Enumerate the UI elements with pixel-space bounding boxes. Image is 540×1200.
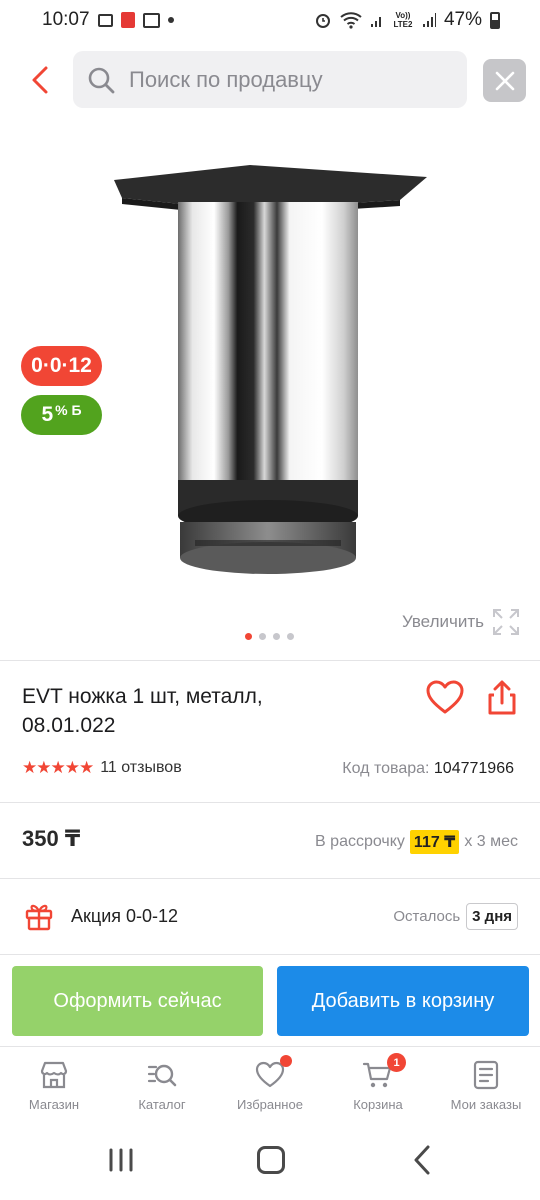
pagination-dot[interactable] [245, 633, 252, 640]
chevron-left-icon [32, 66, 48, 94]
pagination-dot[interactable] [259, 633, 266, 640]
remaining-days: 3 дня [466, 903, 518, 930]
signal-2-icon [422, 13, 436, 27]
pdf-notification-icon [120, 12, 135, 28]
price: 350 ₸ [22, 826, 81, 851]
installment-amount: 117 ₸ [409, 830, 460, 854]
recent-apps-icon[interactable] [107, 1148, 135, 1172]
favorite-button[interactable] [425, 678, 465, 718]
promo-label: Акция 0-0-12 [71, 906, 179, 926]
status-right: Vo)) LTE2 47% [314, 9, 500, 31]
add-to-cart-button[interactable]: Добавить в корзину [277, 966, 529, 1036]
installment-info[interactable]: В рассрочку 117 ₸ x 3 мес [315, 830, 518, 854]
share-button[interactable] [482, 678, 522, 718]
product-code-label: Код товара: [342, 760, 430, 777]
rating-stars: ★★★★★ [22, 758, 94, 777]
bonus-suffix: % Б [55, 402, 82, 418]
gallery-pagination [245, 633, 294, 640]
signal-icon [370, 17, 381, 27]
more-notifications-icon [167, 17, 174, 23]
alarm-icon [315, 14, 330, 28]
pagination-dot[interactable] [273, 633, 280, 640]
nav-label: Мои заказы [450, 1097, 522, 1112]
nav-item-favorites[interactable]: Избранное [216, 1047, 324, 1127]
expand-icon [493, 609, 519, 635]
heart-icon [426, 680, 464, 714]
clear-search-button[interactable] [483, 59, 526, 102]
installment-badge: 0·0·12 [21, 346, 102, 386]
status-bar: 10:07 Vo)) LTE2 47% [0, 0, 540, 40]
rating-row[interactable]: ★★★★★ 11 отзывов [22, 758, 182, 778]
product-image[interactable] [100, 150, 440, 590]
search-icon [88, 67, 115, 93]
volte-label: Vo)) LTE2 [393, 11, 413, 29]
product-info: EVT ножка 1 шт, металл, 08.01.022 ★★★★★ … [0, 660, 540, 802]
status-time: 10:07 [42, 9, 90, 30]
buy-now-button[interactable]: Оформить сейчас [12, 966, 263, 1036]
search-input[interactable] [129, 66, 429, 93]
battery-icon [490, 11, 500, 29]
status-left: 10:07 [42, 9, 174, 31]
product-code-value: 104771966 [433, 760, 514, 777]
search-header [0, 50, 540, 110]
promo-remaining: Осталось 3 дня [393, 903, 518, 930]
divider [0, 954, 540, 955]
nav-label: Каталог [138, 1097, 186, 1112]
bonus-badge: 5% Б [21, 395, 102, 435]
catalog-search-icon [147, 1064, 177, 1087]
wifi-icon [340, 12, 362, 29]
reviews-count[interactable]: 11 отзывов [100, 759, 181, 777]
product-gallery[interactable]: 0·0·12 5% Б Увеличить [0, 130, 540, 660]
product-code: Код товара: 104771966 [342, 760, 514, 778]
system-back-icon[interactable] [410, 1144, 434, 1176]
share-icon [488, 680, 516, 715]
gift-icon [25, 904, 53, 931]
promo-block[interactable]: Акция 0-0-12 Осталось 3 дня [0, 879, 540, 954]
price-block: 350 ₸ В рассрочку 117 ₸ x 3 мес [0, 803, 540, 878]
nav-label: Корзина [353, 1097, 403, 1112]
back-button[interactable] [22, 60, 58, 100]
action-buttons: Оформить сейчас Добавить в корзину [12, 966, 529, 1036]
nav-item-catalog[interactable]: Каталог [108, 1047, 216, 1127]
close-icon [495, 71, 514, 90]
remaining-label: Осталось [393, 908, 461, 925]
bonus-value: 5 [41, 403, 54, 426]
nav-item-orders[interactable]: Мои заказы [432, 1047, 540, 1127]
favorites-notification-dot [280, 1055, 292, 1067]
cart-badge: 1 [387, 1053, 406, 1072]
search-box[interactable] [73, 51, 467, 108]
product-title: EVT ножка 1 шт, металл, 08.01.022 [22, 685, 263, 737]
nav-item-cart[interactable]: 1 Корзина [324, 1047, 432, 1127]
home-button[interactable] [257, 1146, 285, 1174]
gallery-notification-icon [97, 13, 113, 27]
nav-label: Избранное [237, 1097, 303, 1112]
system-nav-bar [0, 1130, 540, 1190]
nav-label: Магазин [28, 1097, 80, 1112]
pagination-dot[interactable] [287, 633, 294, 640]
battery-percent: 47% [443, 9, 482, 30]
bottom-nav: Магазин Каталог Избранное 1 Корзина Мои … [0, 1047, 540, 1127]
orders-icon [473, 1060, 499, 1090]
installment-label: В рассрочку [315, 833, 405, 850]
nav-item-store[interactable]: Магазин [0, 1047, 108, 1127]
installment-term: x 3 мес [464, 833, 518, 850]
zoom-label: Увеличить [402, 612, 484, 631]
mail-notification-icon [142, 12, 160, 28]
zoom-button[interactable]: Увеличить [402, 608, 520, 636]
store-icon [40, 1061, 68, 1089]
